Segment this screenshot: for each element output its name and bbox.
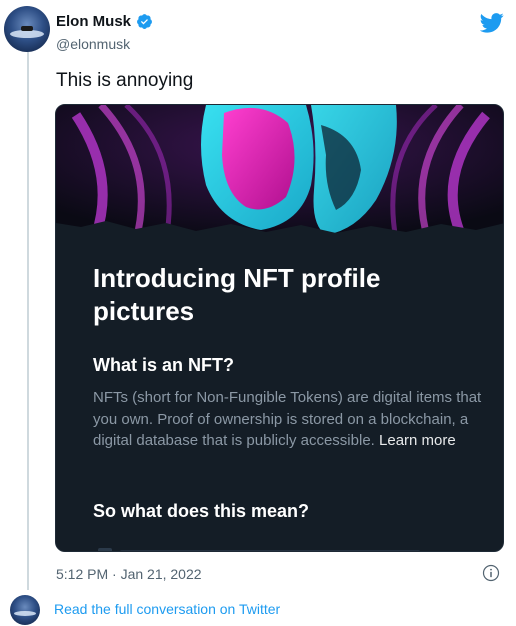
card-body: NFTs (short for Non-Fungible Tokens) are… bbox=[93, 387, 483, 452]
avatar-ship-graphic bbox=[21, 26, 33, 31]
card-heading-what-does-this-mean: So what does this mean? bbox=[93, 501, 310, 521]
avatar-earth-graphic bbox=[10, 30, 44, 38]
avatar[interactable] bbox=[4, 6, 50, 52]
tweet-timestamp[interactable]: 5:12 PM · Jan 21, 2022 bbox=[56, 566, 202, 582]
footer-avatar-earth-graphic bbox=[14, 611, 36, 616]
author-handle[interactable]: @elonmusk bbox=[56, 36, 130, 52]
card-heading-what-is-nft: What is an NFT? bbox=[93, 355, 234, 375]
card-title: Introducing NFT profile pictures bbox=[93, 263, 381, 326]
embedded-tweet: Elon Musk @elonmusk This is annoying Int… bbox=[0, 0, 516, 626]
info-icon[interactable] bbox=[482, 564, 500, 582]
attached-image-card[interactable]: Introducing NFT profile pictures What is… bbox=[55, 104, 504, 552]
thread-line bbox=[27, 52, 29, 590]
footer-avatar[interactable] bbox=[10, 595, 40, 625]
card-cutoff-text-line bbox=[120, 550, 420, 551]
author-display-name[interactable]: Elon Musk bbox=[56, 13, 131, 30]
card-hero-artwork bbox=[56, 105, 503, 240]
tweet-text: This is annoying bbox=[56, 70, 194, 91]
card-cutoff-icon bbox=[98, 548, 112, 551]
author-name-row[interactable]: Elon Musk bbox=[56, 13, 153, 30]
verified-badge-icon bbox=[137, 14, 152, 29]
learn-more-link[interactable]: Learn more bbox=[379, 432, 456, 449]
twitter-bird-icon[interactable] bbox=[480, 12, 504, 34]
read-full-conversation-link[interactable]: Read the full conversation on Twitter bbox=[54, 601, 280, 617]
